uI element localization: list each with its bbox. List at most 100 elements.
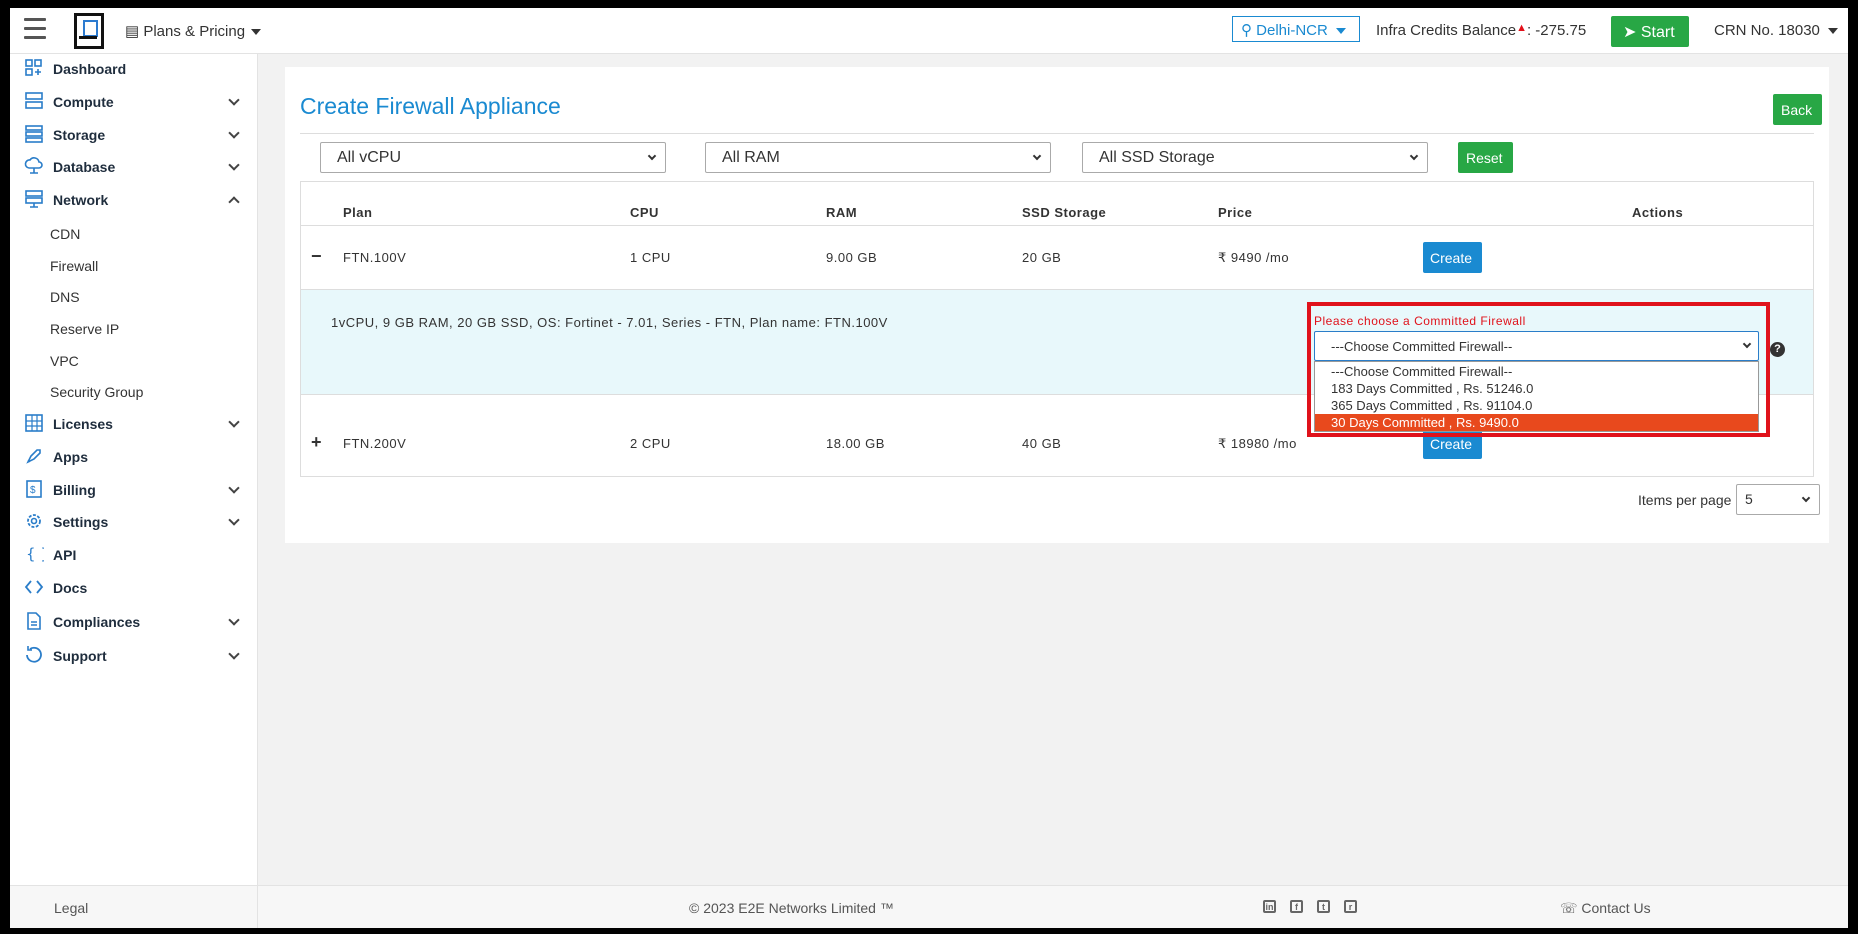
legal-link[interactable]: Legal xyxy=(54,900,88,916)
plan-cpu: 1 CPU xyxy=(630,250,671,265)
footer: © 2023 E2E Networks Limited ™ in f t r ☏… xyxy=(258,885,1848,928)
sidebar-subitem-firewall[interactable]: Firewall xyxy=(50,258,98,274)
sidebar-subitem-security-group[interactable]: Security Group xyxy=(50,384,143,400)
committed-option[interactable]: 183 Days Committed , Rs. 51246.0 xyxy=(1315,380,1758,397)
sidebar-item-label: Apps xyxy=(53,449,88,465)
plan-price: ₹ 9490 /mo xyxy=(1218,250,1290,265)
items-per-page-select[interactable]: 5 xyxy=(1736,484,1820,515)
caret-down-icon xyxy=(1827,28,1838,35)
footer-left: Legal xyxy=(10,885,258,928)
plan-price: ₹ 18980 /mo xyxy=(1218,436,1297,451)
network-icon xyxy=(25,190,43,208)
top-navbar: ▤ Plans & Pricing ⚲ Delhi-NCR Infra Cred… xyxy=(10,8,1848,54)
sidebar-item-billing[interactable]: $ Billing xyxy=(10,475,258,505)
chevron-down-icon xyxy=(1742,339,1752,349)
caret-down-icon xyxy=(1335,28,1346,35)
column-header-ssd: SSD Storage xyxy=(1022,205,1107,220)
expand-row-icon[interactable]: + xyxy=(311,432,322,453)
sidebar-item-database[interactable]: Database xyxy=(10,152,258,182)
sidebar-item-docs[interactable]: Docs xyxy=(10,573,258,603)
committed-option-highlighted[interactable]: 30 Days Committed , Rs. 9490.0 xyxy=(1315,414,1758,431)
back-button[interactable]: Back xyxy=(1773,94,1822,125)
linkedin-icon[interactable]: in xyxy=(1263,900,1276,913)
sidebar-item-label: Database xyxy=(53,159,116,175)
committed-option[interactable]: ---Choose Committed Firewall-- xyxy=(1315,363,1758,380)
crn-account-menu[interactable]: CRN No. 18030 xyxy=(1714,22,1838,39)
page-title: Create Firewall Appliance xyxy=(300,93,561,119)
credits-balance: Infra Credits Balance▲: -275.75 xyxy=(1376,22,1587,39)
plans-pricing-menu[interactable]: ▤ Plans & Pricing xyxy=(125,22,262,40)
plan-ram: 18.00 GB xyxy=(826,436,885,451)
ssd-filter-select[interactable]: All SSD Storage xyxy=(1082,142,1428,173)
sidebar-item-support[interactable]: Support xyxy=(10,641,258,671)
committed-firewall-label: Please choose a Committed Firewall xyxy=(1314,314,1526,328)
chevron-down-icon xyxy=(1409,151,1419,161)
sidebar-item-network[interactable]: Network xyxy=(10,185,258,215)
braces-icon: { } xyxy=(26,545,44,563)
sidebar-item-compute[interactable]: Compute xyxy=(10,87,258,117)
compute-icon xyxy=(25,92,43,109)
start-button[interactable]: ➤ Start xyxy=(1611,16,1689,47)
chevron-up-icon xyxy=(228,196,240,208)
sidebar-item-label: Compute xyxy=(53,94,114,110)
warning-icon: ▲ xyxy=(1516,22,1527,34)
items-per-page-label: Items per page xyxy=(1638,492,1732,508)
facebook-icon[interactable]: f xyxy=(1290,900,1303,913)
region-selector[interactable]: ⚲ Delhi-NCR xyxy=(1232,16,1360,42)
ram-filter-select[interactable]: All RAM xyxy=(705,142,1051,173)
paper-plane-icon: ➤ xyxy=(1623,24,1641,41)
sidebar-subitem-vpc[interactable]: VPC xyxy=(50,353,79,369)
reset-button[interactable]: Reset xyxy=(1458,142,1513,173)
create-button[interactable]: Create xyxy=(1423,242,1482,273)
twitter-icon[interactable]: t xyxy=(1317,900,1330,913)
chevron-down-icon xyxy=(228,159,240,171)
location-pin-icon: ⚲ xyxy=(1241,22,1257,39)
sidebar: Dashboard Compute Storage Database Netwo… xyxy=(10,54,258,928)
sidebar-item-label: Licenses xyxy=(53,416,113,432)
app-window: ▤ Plans & Pricing ⚲ Delhi-NCR Infra Cred… xyxy=(10,8,1848,928)
plan-name: FTN.200V xyxy=(343,436,407,451)
sidebar-subitem-reserve-ip[interactable]: Reserve IP xyxy=(50,321,119,337)
sidebar-item-label: Dashboard xyxy=(53,61,127,77)
vcpu-filter-select[interactable]: All vCPU xyxy=(320,142,666,173)
sidebar-item-label: Settings xyxy=(53,514,109,530)
sidebar-item-label: Support xyxy=(53,648,107,664)
rocket-icon xyxy=(26,449,41,464)
sidebar-item-label: API xyxy=(53,547,77,563)
chevron-down-icon xyxy=(1801,493,1811,503)
sidebar-subitem-dns[interactable]: DNS xyxy=(50,289,80,305)
sidebar-item-apps[interactable]: Apps xyxy=(10,442,258,472)
committed-option[interactable]: 365 Days Committed , Rs. 91104.0 xyxy=(1315,397,1758,414)
column-header-price: Price xyxy=(1218,205,1253,220)
sidebar-item-settings[interactable]: Settings xyxy=(10,507,258,537)
chevron-down-icon xyxy=(228,482,240,494)
licenses-icon xyxy=(25,414,43,432)
plan-detail-text: 1vCPU, 9 GB RAM, 20 GB SSD, OS: Fortinet… xyxy=(331,315,888,330)
committed-options-list: ---Choose Committed Firewall-- 183 Days … xyxy=(1314,361,1759,432)
sidebar-item-label: Compliances xyxy=(53,614,141,630)
divider xyxy=(300,133,1814,134)
rss-icon[interactable]: r xyxy=(1344,900,1357,913)
divider xyxy=(301,289,1813,290)
sidebar-item-storage[interactable]: Storage xyxy=(10,120,258,150)
column-header-actions: Actions xyxy=(1632,205,1684,220)
sidebar-item-dashboard[interactable]: Dashboard xyxy=(10,54,258,84)
chevron-down-icon xyxy=(228,94,240,106)
contact-us-link[interactable]: ☏ Contact Us xyxy=(1560,900,1651,917)
phone-icon: ☏ xyxy=(1560,900,1582,916)
sidebar-item-api[interactable]: { } API xyxy=(10,540,258,570)
chevron-down-icon xyxy=(647,151,657,161)
support-icon xyxy=(26,646,42,663)
sidebar-item-licenses[interactable]: Licenses xyxy=(10,409,258,439)
committed-firewall-select[interactable]: ---Choose Committed Firewall-- xyxy=(1314,331,1759,361)
plan-ssd: 20 GB xyxy=(1022,250,1062,265)
sidebar-subitem-cdn[interactable]: CDN xyxy=(50,226,80,242)
database-icon xyxy=(24,157,43,174)
sidebar-item-compliances[interactable]: Compliances xyxy=(10,607,258,637)
help-icon[interactable]: ? xyxy=(1770,342,1785,357)
collapse-row-icon[interactable]: − xyxy=(311,246,322,267)
e2e-logo[interactable] xyxy=(74,13,104,49)
storage-icon xyxy=(25,125,43,143)
chevron-down-icon xyxy=(228,416,240,428)
hamburger-menu-icon[interactable] xyxy=(24,18,46,39)
